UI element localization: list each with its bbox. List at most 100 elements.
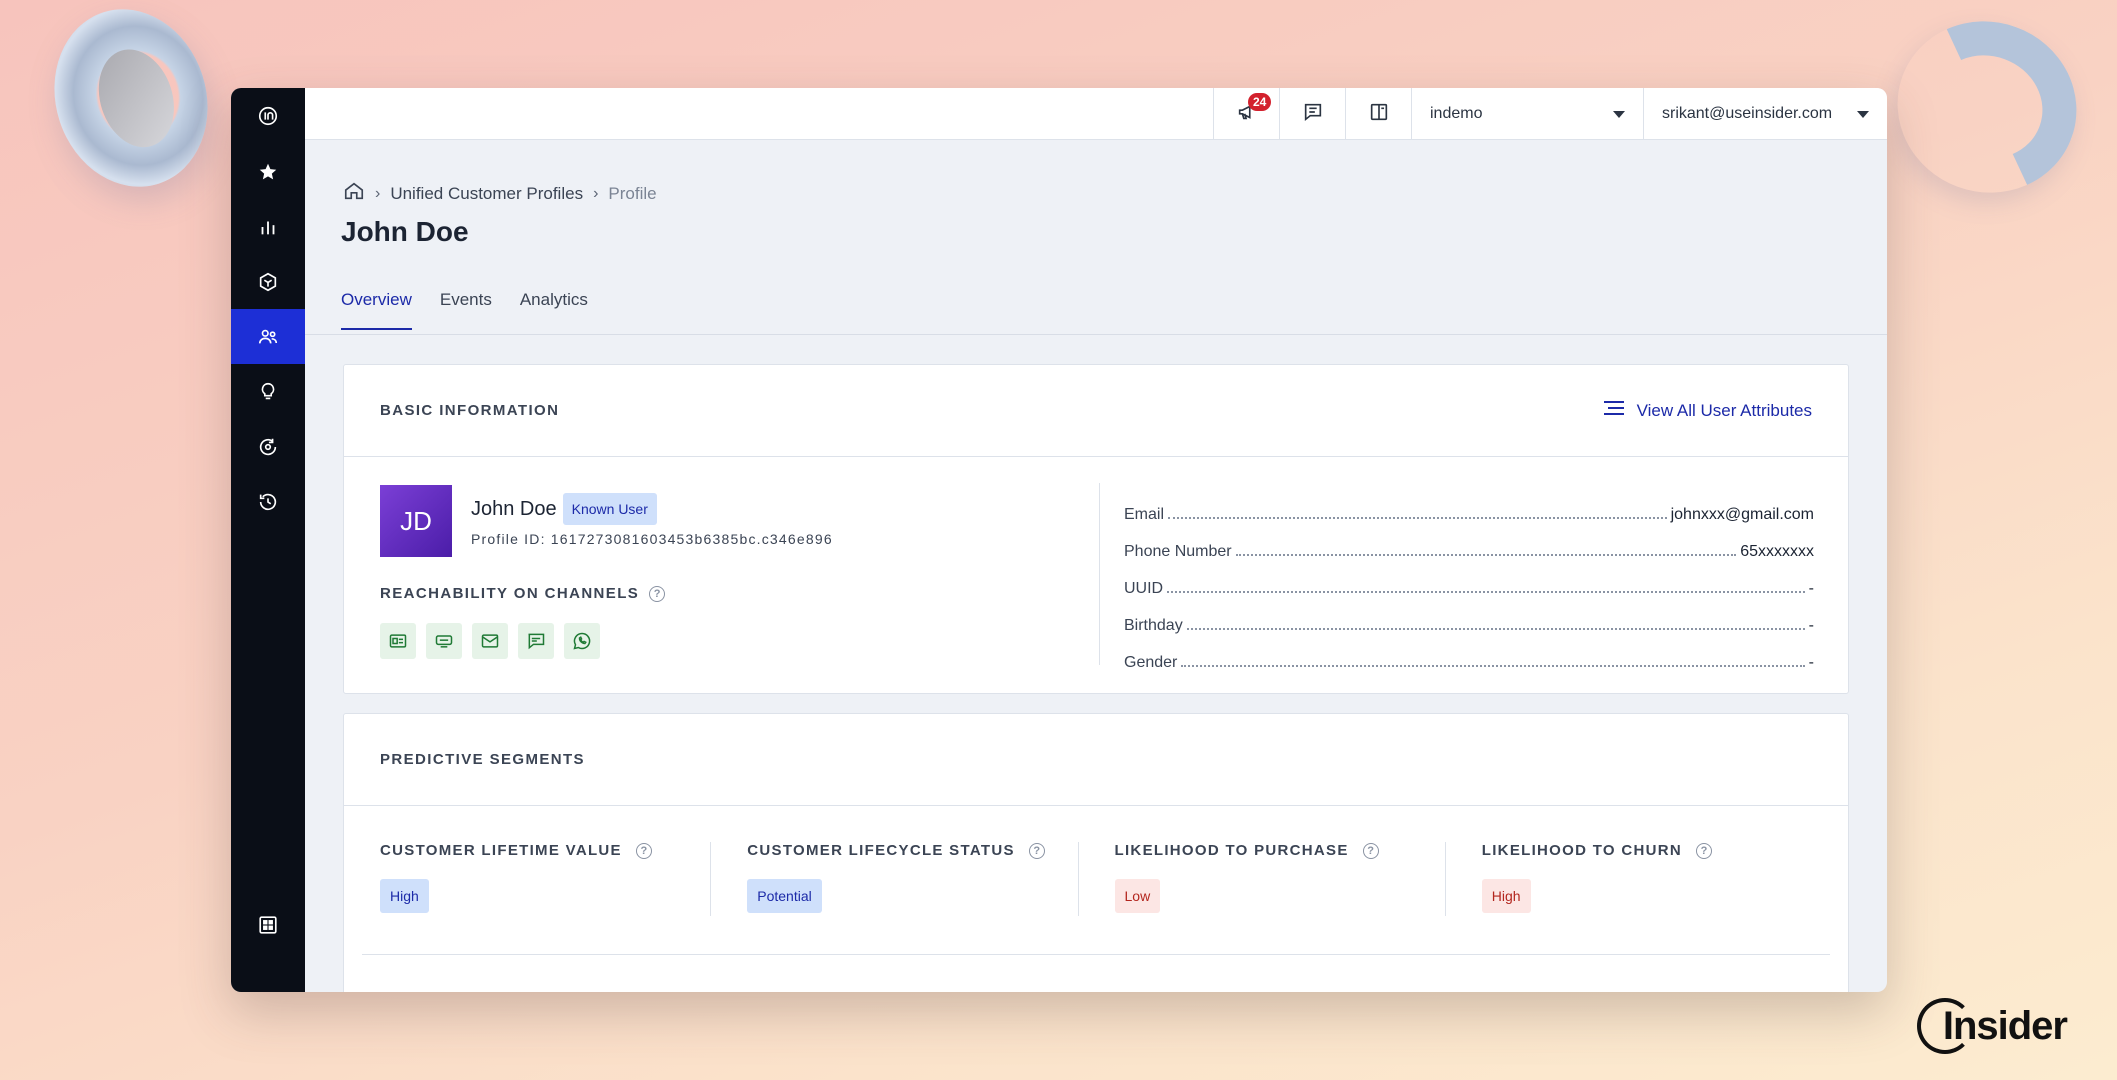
insider-brand-logo: Insider — [1916, 998, 2068, 1054]
user-name-row: John Doe Known User — [471, 493, 657, 525]
home-icon[interactable] — [343, 180, 365, 207]
segment-label-row: LIKELIHOOD TO PURCHASE ? — [1115, 842, 1445, 859]
attribute-label: Email — [1124, 506, 1165, 523]
help-icon[interactable]: ? — [635, 842, 652, 859]
segment-likelihood-purchase: LIKELIHOOD TO PURCHASE ? Low — [1077, 842, 1445, 916]
tab-overview[interactable]: Overview — [341, 290, 412, 330]
email-icon[interactable] — [472, 623, 508, 659]
user-email: srikant@useinsider.com — [1662, 105, 1833, 122]
bar-chart-icon[interactable] — [231, 199, 305, 254]
tab-analytics[interactable]: Analytics — [520, 290, 588, 330]
refresh-circle-icon[interactable] — [231, 419, 305, 474]
segment-label-row: LIKELIHOOD TO CHURN ? — [1482, 842, 1812, 859]
attribute-value: 65xxxxxxx — [1740, 543, 1814, 560]
star-icon[interactable] — [231, 144, 305, 199]
messages-button[interactable] — [1279, 88, 1345, 140]
section-divider — [1099, 483, 1100, 665]
attribute-row-gender: Gender - — [1124, 635, 1814, 672]
user-name: John Doe — [471, 497, 557, 520]
avatar: JD — [380, 485, 452, 557]
decorative-arc-shape — [1873, 0, 2101, 218]
basic-information-title: BASIC INFORMATION — [380, 402, 560, 419]
tab-events[interactable]: Events — [440, 290, 492, 330]
dotted-leader — [1186, 628, 1805, 630]
reachability-label: REACHABILITY ON CHANNELS — [380, 585, 640, 602]
whatsapp-icon[interactable] — [564, 623, 600, 659]
reachability-title: REACHABILITY ON CHANNELS ? — [380, 585, 666, 602]
account-select[interactable]: indemo — [1411, 88, 1643, 140]
breadcrumb: › Unified Customer Profiles › Profile — [343, 180, 657, 207]
dotted-leader — [1167, 591, 1805, 593]
chat-icon — [1302, 101, 1324, 128]
sms-icon[interactable] — [518, 623, 554, 659]
dotted-leader — [1181, 665, 1805, 667]
channel-list — [380, 623, 600, 659]
basic-information-header: BASIC INFORMATION View All User Attribut… — [344, 365, 1848, 457]
chevron-right-icon: › — [593, 184, 599, 202]
sidebar — [231, 88, 305, 992]
attribute-value: - — [1808, 617, 1814, 634]
segment-label: LIKELIHOOD TO PURCHASE — [1114, 842, 1349, 859]
attribute-label: Birthday — [1124, 617, 1183, 634]
page-title: John Doe — [341, 216, 469, 247]
notification-count-badge: 24 — [1248, 93, 1272, 111]
attribute-value: - — [1808, 580, 1814, 597]
predictive-segments-title: PREDICTIVE SEGMENTS — [380, 751, 585, 768]
documentation-button[interactable] — [1345, 88, 1411, 140]
tabs-divider — [305, 334, 1887, 335]
chevron-down-icon — [1857, 110, 1869, 118]
basic-information-card: BASIC INFORMATION View All User Attribut… — [343, 364, 1849, 694]
help-icon[interactable]: ? — [1028, 842, 1045, 859]
user-attributes: Email johnxxx@gmail.com Phone Number 65x… — [1124, 487, 1814, 672]
breadcrumb-link-profiles[interactable]: Unified Customer Profiles — [390, 184, 583, 204]
attribute-value: - — [1808, 654, 1814, 671]
history-icon[interactable] — [231, 474, 305, 529]
predictive-segments-grid: CUSTOMER LIFETIME VALUE ? High CUSTOMER … — [380, 842, 1812, 916]
attribute-row-email: Email johnxxx@gmail.com — [1124, 487, 1814, 524]
tab-bar: Overview Events Analytics — [341, 290, 588, 330]
segment-label: CUSTOMER LIFECYCLE STATUS — [747, 842, 1015, 859]
announcements-button[interactable]: 24 — [1213, 88, 1279, 140]
profile-id: Profile ID: 1617273081603453b6385bc.c346… — [471, 531, 833, 547]
users-icon[interactable] — [231, 309, 305, 364]
segment-label: CUSTOMER LIFETIME VALUE — [380, 842, 622, 859]
main-content: › Unified Customer Profiles › Profile Jo… — [305, 140, 1887, 992]
dotted-leader — [1168, 517, 1667, 519]
cube-icon[interactable] — [231, 254, 305, 309]
segment-label-row: CUSTOMER LIFECYCLE STATUS ? — [747, 842, 1077, 859]
book-icon — [1368, 101, 1390, 128]
attribute-value: johnxxx@gmail.com — [1670, 506, 1814, 523]
attribute-row-birthday: Birthday - — [1124, 598, 1814, 635]
lightbulb-icon[interactable] — [231, 364, 305, 419]
grid-apps-icon[interactable] — [231, 897, 305, 952]
segment-value-badge: High — [380, 879, 429, 913]
decorative-ring-shape — [31, 0, 231, 207]
help-icon[interactable]: ? — [1696, 842, 1713, 859]
section-divider — [362, 954, 1830, 955]
brand-name: Insider — [1942, 1003, 2068, 1048]
insider-logo-icon[interactable] — [231, 88, 305, 144]
web-push-icon[interactable] — [380, 623, 416, 659]
attribute-label: Phone Number — [1124, 543, 1232, 560]
predictive-segments-header: PREDICTIVE SEGMENTS — [344, 714, 1848, 806]
view-all-attributes-label: View All User Attributes — [1636, 400, 1812, 420]
user-menu[interactable]: srikant@useinsider.com — [1643, 88, 1887, 140]
segment-lifecycle-status: CUSTOMER LIFECYCLE STATUS ? Potential — [710, 842, 1077, 916]
list-icon — [1603, 399, 1625, 422]
help-icon[interactable]: ? — [649, 585, 666, 602]
segment-likelihood-churn: LIKELIHOOD TO CHURN ? High — [1444, 842, 1812, 916]
segment-label: LIKELIHOOD TO CHURN — [1481, 842, 1683, 859]
help-icon[interactable]: ? — [1362, 842, 1379, 859]
chevron-right-icon: › — [375, 184, 381, 202]
dotted-leader — [1235, 554, 1737, 556]
attribute-label: UUID — [1124, 580, 1164, 597]
segment-label-row: CUSTOMER LIFETIME VALUE ? — [380, 842, 710, 859]
chevron-down-icon — [1613, 110, 1625, 118]
segment-value-badge: Potential — [747, 879, 822, 913]
account-name: indemo — [1430, 105, 1483, 122]
topbar: 24 indemo srikant@useinsider.com — [305, 88, 1887, 140]
app-push-icon[interactable] — [426, 623, 462, 659]
segment-value-badge: High — [1481, 879, 1531, 913]
breadcrumb-current: Profile — [608, 183, 657, 203]
view-all-attributes-link[interactable]: View All User Attributes — [1603, 399, 1812, 422]
